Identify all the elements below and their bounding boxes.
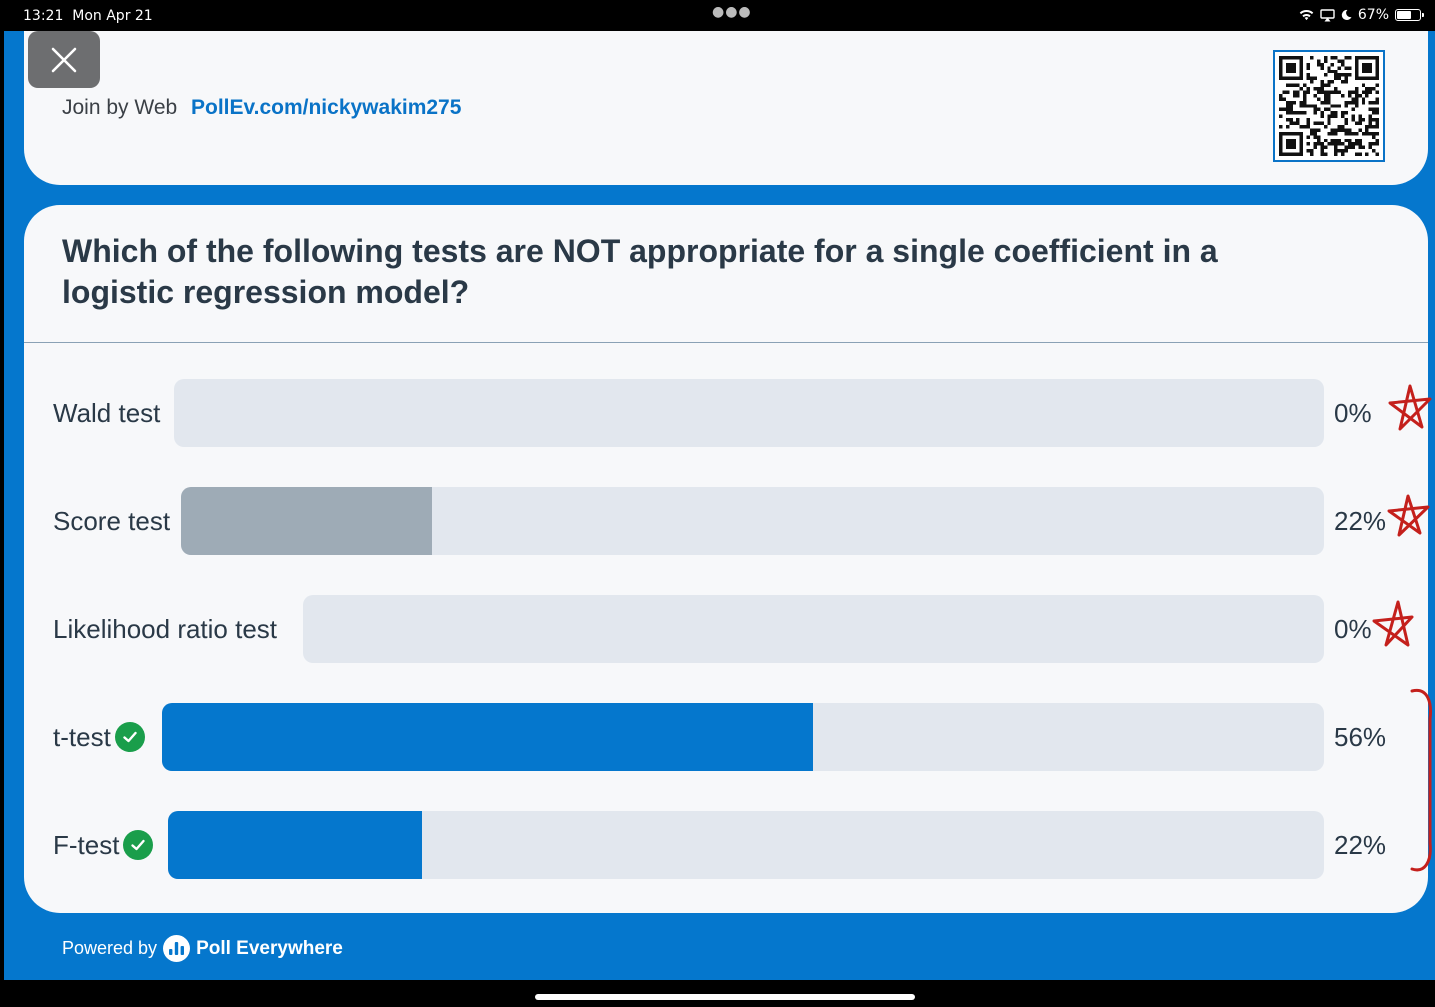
check-circle-icon xyxy=(114,722,145,752)
wifi-icon xyxy=(1299,10,1314,21)
option-label: Wald test xyxy=(53,397,161,428)
option-label: t-test xyxy=(53,703,145,771)
option-label: F-test xyxy=(53,811,154,879)
option-bar-fill xyxy=(168,811,423,879)
response-option: Score test 22% xyxy=(24,487,1428,555)
option-bar-fill xyxy=(181,487,433,555)
status-time: 13:21 Mon Apr 21 xyxy=(23,8,153,24)
join-label: Join by Web xyxy=(62,96,178,119)
battery-icon xyxy=(1395,9,1424,21)
close-button[interactable] xyxy=(28,31,100,88)
screen-mirroring-icon xyxy=(1320,8,1335,21)
option-percent: 22% xyxy=(1334,505,1387,536)
response-option: Likelihood ratio test 0% xyxy=(24,595,1428,663)
poll-everywhere-logo-icon xyxy=(163,935,191,962)
option-bar-track xyxy=(303,595,1324,663)
poll-card: Which of the following tests are NOT app… xyxy=(24,205,1428,913)
brand-name[interactable]: Poll Everywhere xyxy=(196,938,343,960)
option-percent: 56% xyxy=(1334,721,1387,752)
option-percent: 0% xyxy=(1334,397,1372,428)
close-icon xyxy=(51,47,77,72)
question-title: Which of the following tests are NOT app… xyxy=(62,233,1218,310)
powered-by: Powered by Poll Everywhere xyxy=(62,935,343,962)
option-percent: 22% xyxy=(1334,829,1387,860)
option-label: Likelihood ratio test xyxy=(53,613,278,644)
qr-code-icon xyxy=(1273,50,1385,162)
option-bar-track xyxy=(174,379,1324,447)
presentation-stage: Join by Web PollEv.com/nickywakim275 Whi… xyxy=(4,31,1435,980)
status-bar: 13:21 Mon Apr 21 ●●● 67% xyxy=(0,0,1435,31)
powered-by-label: Powered by xyxy=(62,938,158,958)
home-indicator xyxy=(0,980,1435,1007)
option-bar-track xyxy=(162,703,1324,771)
join-card: Join by Web PollEv.com/nickywakim275 xyxy=(24,31,1428,185)
join-url[interactable]: PollEv.com/nickywakim275 xyxy=(191,96,461,120)
response-option: F-test 22% xyxy=(24,811,1428,879)
moon-icon xyxy=(1341,9,1352,21)
home-indicator-pill[interactable] xyxy=(535,994,915,1000)
status-right: 67% xyxy=(1299,7,1424,23)
check-circle-icon xyxy=(123,830,154,860)
multitask-dots-icon[interactable]: ●●● xyxy=(712,4,752,20)
divider xyxy=(24,342,1428,343)
response-option: t-test 56% xyxy=(24,703,1428,771)
option-percent: 0% xyxy=(1334,613,1372,644)
option-label: Score test xyxy=(53,505,171,536)
option-bar-track xyxy=(181,487,1324,555)
option-bar-fill xyxy=(162,703,813,771)
battery-percent: 67% xyxy=(1357,7,1389,23)
option-bar-track xyxy=(168,811,1324,879)
response-option: Wald test 0% xyxy=(24,379,1428,447)
